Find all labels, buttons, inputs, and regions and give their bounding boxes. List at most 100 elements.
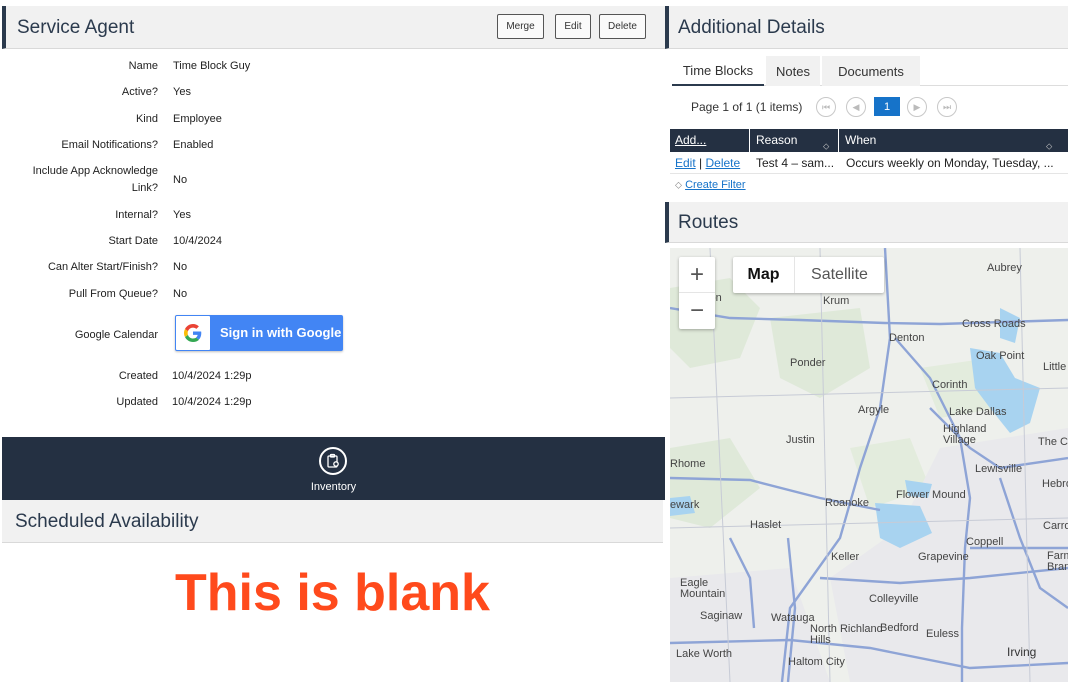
routes-map[interactable]: Aubrey Krum Cross Roads Denton Oak Point…: [670, 248, 1068, 682]
field-value: Yes: [173, 86, 191, 98]
action-separator: |: [699, 156, 703, 170]
column-header-label: Reason: [756, 133, 798, 147]
previous-page-icon[interactable]: ◀: [846, 97, 866, 117]
map-label: ewark: [670, 499, 700, 511]
delete-button[interactable]: Delete: [599, 14, 646, 39]
map-label: Carro: [1043, 520, 1068, 532]
field-label: Google Calendar: [74, 329, 158, 341]
map-label: Roanoke: [825, 497, 870, 509]
first-page-icon[interactable]: ⏮: [816, 97, 836, 117]
add-time-block-link[interactable]: Add...: [670, 129, 750, 152]
map-label: Coppell: [966, 536, 1004, 548]
map-label: Watauga: [771, 612, 815, 624]
field-label: Internal?: [115, 209, 158, 221]
google-sign-in-button[interactable]: Sign in with Google: [175, 315, 343, 351]
field-value: No: [173, 174, 188, 186]
merge-button[interactable]: Merge: [497, 14, 544, 39]
map-label: Argyle: [858, 404, 890, 416]
field-value: Employee: [173, 113, 222, 125]
inventory-label[interactable]: Inventory: [2, 481, 665, 493]
column-header-reason[interactable]: Reason ⬦: [751, 129, 839, 152]
create-filter-link[interactable]: Create Filter: [685, 179, 746, 191]
field-value: 10/4/2024: [173, 235, 222, 247]
zoom-out-button[interactable]: −: [679, 293, 715, 329]
field-label: Email Notifications?: [61, 139, 158, 151]
field-value: 10/4/2024 1:29p: [172, 370, 252, 382]
service-agent-panel: Service Agent Merge Edit Delete Name Tim…: [0, 0, 665, 682]
zoom-in-button[interactable]: +: [679, 257, 715, 293]
row-when: Occurs weekly on Monday, Tuesday, ...: [846, 156, 1054, 170]
table-row: Edit | Delete Test 4 – sam... Occurs wee…: [670, 152, 1068, 174]
field-label: Active?: [121, 86, 158, 98]
field-value: 10/4/2024 1:29p: [172, 396, 252, 408]
map-label: Haltom City: [788, 656, 845, 668]
map-label: Lewisville: [975, 463, 1023, 475]
additional-details-title: Additional Details: [678, 17, 825, 38]
zoom-control: + −: [679, 257, 715, 329]
field-value: Yes: [173, 209, 191, 221]
map-label: Grapevine: [918, 551, 969, 563]
column-header-when[interactable]: When ⬦: [840, 129, 1068, 152]
tab-time-blocks[interactable]: Time Blocks: [672, 56, 764, 86]
edit-button[interactable]: Edit: [555, 14, 591, 39]
field-value: Time Block Guy: [173, 60, 251, 72]
map-label: Ponder: [790, 357, 826, 369]
map-label: Highland Village: [943, 423, 987, 446]
field-label: Name: [128, 60, 158, 72]
field-label: Pull From Queue?: [68, 288, 158, 300]
time-blocks-grid: Add... Reason ⬦ When ⬦ Edit | Delete Tes…: [670, 129, 1068, 174]
map-type-control: Map Satellite: [733, 257, 884, 293]
map-label: Farme Branc: [1047, 550, 1068, 573]
filter-pin-icon: ⬦: [675, 180, 682, 191]
service-agent-title: Service Agent: [17, 17, 135, 38]
map-label: Bedford: [880, 622, 919, 634]
map-label: Little: [1043, 361, 1067, 373]
tab-documents[interactable]: Documents: [822, 56, 920, 86]
map-label: Denton: [889, 332, 925, 344]
map-label: Krum: [823, 295, 850, 307]
map-label: Colleyville: [869, 593, 919, 605]
field-label: Include App Acknowledge Link?: [32, 165, 158, 194]
map-label: Hebro: [1042, 478, 1068, 490]
next-page-icon[interactable]: ▶: [907, 97, 927, 117]
field-value: No: [173, 261, 188, 273]
scheduled-availability-header: Scheduled Availability: [2, 500, 663, 543]
field-label: Can Alter Start/Finish?: [47, 261, 158, 273]
clipboard-gear-icon[interactable]: [319, 447, 347, 475]
map-label: Lake Dallas: [949, 406, 1007, 418]
map-label: North Richland Hills: [810, 623, 883, 646]
pager-summary: Page 1 of 1 (1 items): [691, 100, 803, 114]
delete-row-link[interactable]: Delete: [706, 156, 741, 170]
additional-details-header: Additional Details: [665, 6, 1068, 49]
google-logo-icon: [176, 316, 210, 350]
map-label: Haslet: [750, 519, 782, 531]
field-label: Updated: [116, 396, 158, 408]
map-type-satellite-button[interactable]: Satellite: [795, 257, 884, 293]
grid-header: Add... Reason ⬦ When ⬦: [670, 129, 1068, 152]
current-page-button[interactable]: 1: [874, 97, 900, 116]
map-label: Justin: [786, 434, 815, 446]
map-label: Flower Mound: [896, 489, 966, 501]
map-label: Eagle Mountain: [680, 577, 726, 600]
field-value: Enabled: [173, 139, 214, 151]
last-page-icon[interactable]: ⏭: [937, 97, 957, 117]
detail-tabs: Time Blocks Notes Documents: [672, 56, 1068, 86]
service-agent-header: Service Agent Merge Edit Delete: [2, 6, 665, 49]
routes-title: Routes: [678, 212, 739, 233]
additional-details-panel: Additional Details Time Blocks Notes Doc…: [665, 0, 1068, 682]
map-label: Keller: [831, 551, 860, 563]
map-label: Oak Point: [976, 350, 1025, 362]
scheduled-availability-title: Scheduled Availability: [15, 511, 199, 532]
map-label: Cross Roads: [962, 318, 1026, 330]
map-label: Saginaw: [700, 610, 743, 622]
map-type-map-button[interactable]: Map: [733, 257, 795, 293]
tab-notes[interactable]: Notes: [766, 56, 820, 86]
map-label: Irving: [1007, 645, 1037, 659]
create-filter: ⬦ Create Filter: [675, 179, 746, 191]
edit-row-link[interactable]: Edit: [675, 156, 696, 170]
inventory-bar: Inventory: [2, 437, 665, 500]
map-label: Rhome: [670, 458, 706, 470]
field-label: Kind: [135, 113, 158, 125]
map-label: The Co: [1038, 436, 1068, 448]
map-label: Aubrey: [987, 262, 1022, 274]
